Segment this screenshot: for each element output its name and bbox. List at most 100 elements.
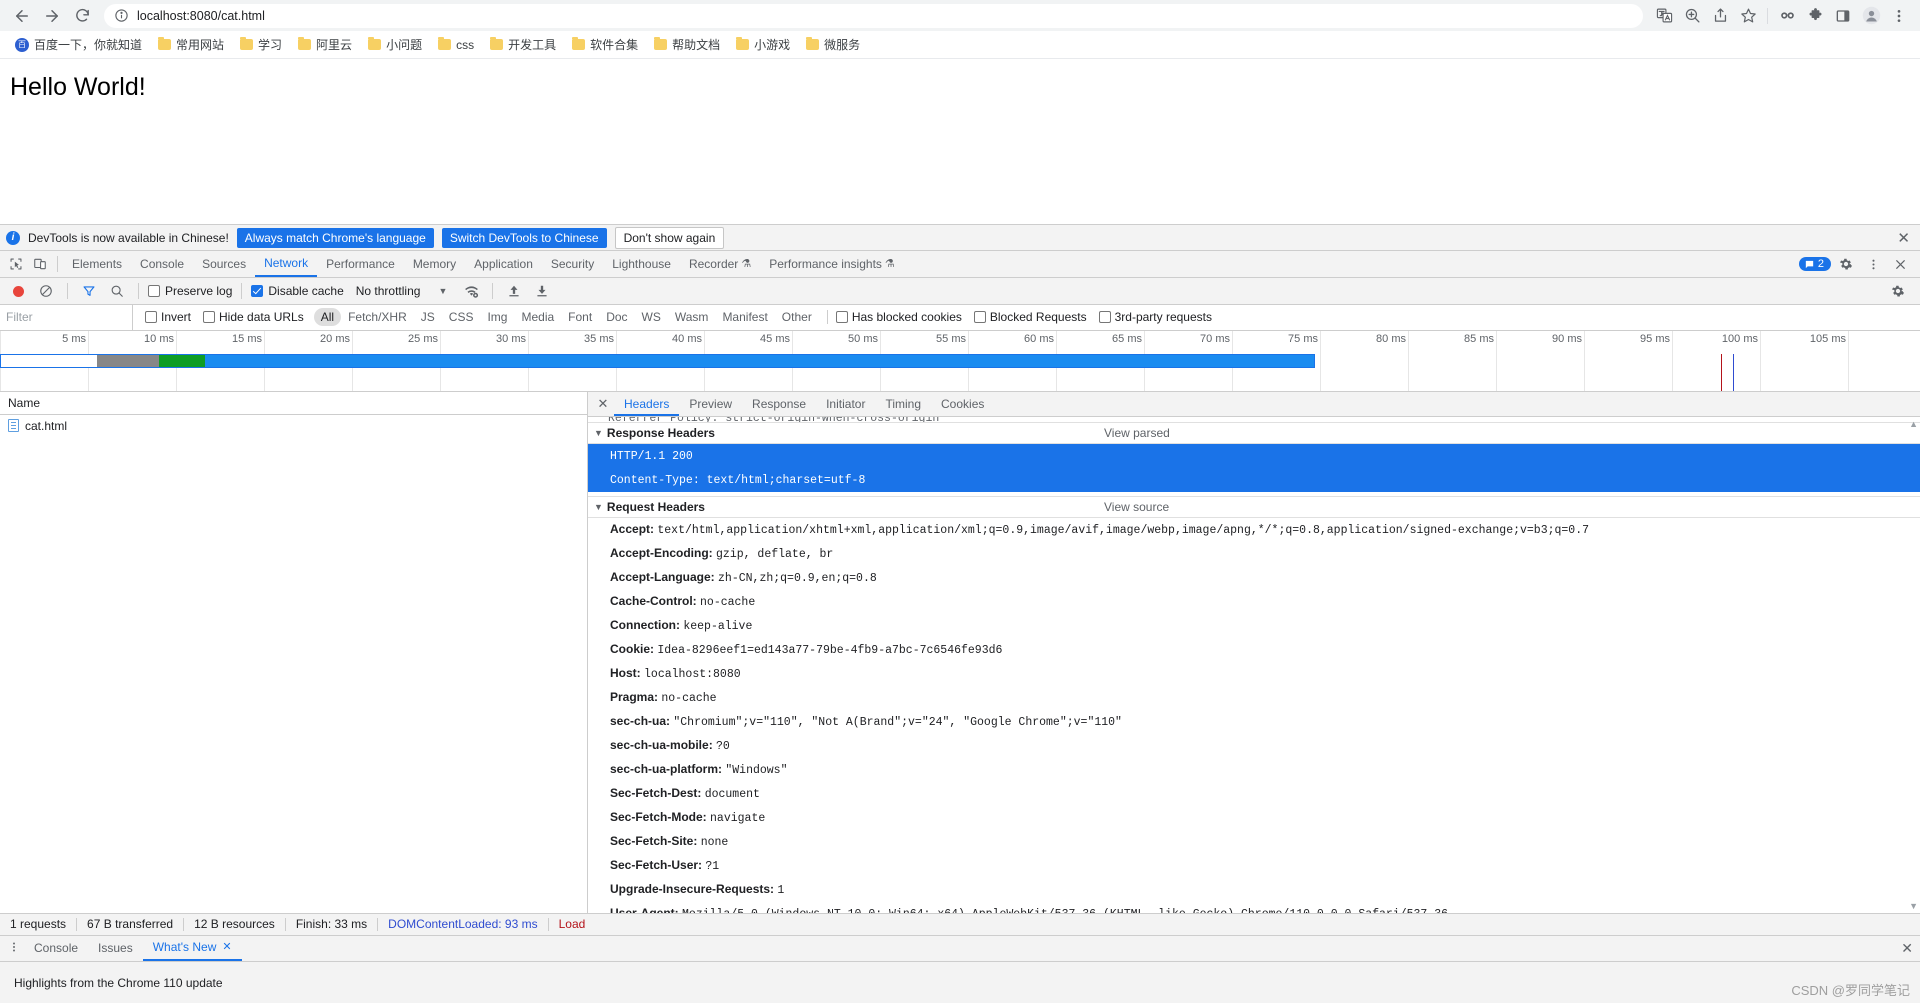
bookmark-item[interactable]: 开发工具 xyxy=(483,33,563,56)
throttling-select[interactable]: No throttling xyxy=(356,284,421,298)
network-overview-timeline[interactable]: 5 ms 10 ms 15 ms 20 ms 25 ms 30 ms 35 ms… xyxy=(0,330,1920,393)
banner-close-icon[interactable]: ✕ xyxy=(1897,229,1914,247)
request-header-row[interactable]: sec-ch-ua-mobile: ?0 xyxy=(588,734,1920,758)
profile-avatar-icon[interactable] xyxy=(1858,3,1884,29)
column-header-name[interactable]: Name xyxy=(8,396,40,410)
bookmark-item[interactable]: css xyxy=(431,35,481,55)
request-header-row[interactable]: Sec-Fetch-Dest: document xyxy=(588,782,1920,806)
scroll-down-caret-icon[interactable]: ▼ xyxy=(1909,901,1918,911)
invert-checkbox[interactable]: Invert xyxy=(145,310,191,324)
request-header-row[interactable]: Accept: text/html,application/xhtml+xml,… xyxy=(588,518,1920,542)
request-header-row[interactable]: Sec-Fetch-Site: none xyxy=(588,830,1920,854)
request-header-row[interactable]: Accept-Language: zh-CN,zh;q=0.9,en;q=0.8 xyxy=(588,566,1920,590)
third-party-requests-checkbox[interactable]: 3rd-party requests xyxy=(1098,310,1212,324)
tab-sources[interactable]: Sources xyxy=(193,251,255,277)
type-filter-doc[interactable]: Doc xyxy=(599,308,634,326)
drawer-close-icon[interactable]: ✕ xyxy=(1901,940,1920,957)
drawer-tab-console[interactable]: Console xyxy=(24,936,88,961)
hide-data-urls-checkbox[interactable]: Hide data URLs xyxy=(203,310,304,324)
type-filter-wasm[interactable]: Wasm xyxy=(668,308,716,326)
bookmark-item[interactable]: 百 百度一下，你就知道 xyxy=(8,33,149,56)
zoom-search-icon[interactable] xyxy=(1679,3,1705,29)
drawer-tab-whats-new[interactable]: What's New ✕ xyxy=(142,935,242,961)
scroll-up-caret-icon[interactable]: ▲ xyxy=(1909,419,1918,429)
request-header-row[interactable]: sec-ch-ua: "Chromium";v="110", "Not A(Br… xyxy=(588,710,1920,734)
headers-detail-body[interactable]: Referrer Policy: strict-origin-when-cros… xyxy=(588,417,1920,913)
tab-performance[interactable]: Performance xyxy=(317,251,404,277)
bookmark-item[interactable]: 软件合集 xyxy=(565,33,645,56)
tab-security[interactable]: Security xyxy=(542,251,603,277)
detail-tab-preview[interactable]: Preview xyxy=(679,392,742,416)
detail-tab-timing[interactable]: Timing xyxy=(875,392,931,416)
tab-elements[interactable]: Elements xyxy=(63,251,131,277)
translate-icon[interactable] xyxy=(1651,3,1677,29)
site-info-icon[interactable] xyxy=(114,8,129,23)
bookmark-star-icon[interactable] xyxy=(1735,3,1761,29)
export-har-icon[interactable] xyxy=(530,280,554,302)
switch-devtools-chinese-button[interactable]: Switch DevTools to Chinese xyxy=(441,227,607,248)
request-header-row[interactable]: Cookie: Idea-8296eef1=ed143a77-79be-4fb9… xyxy=(588,638,1920,662)
drawer-tab-issues[interactable]: Issues xyxy=(88,936,143,961)
detail-tab-headers[interactable]: Headers xyxy=(614,392,680,417)
request-list-body[interactable]: cat.html xyxy=(0,415,587,912)
reading-glasses-icon[interactable] xyxy=(1774,3,1800,29)
dont-show-again-button[interactable]: Don't show again xyxy=(614,226,725,249)
omnibox[interactable]: localhost:8080/cat.html xyxy=(104,3,1643,28)
request-header-row[interactable]: Connection: keep-alive xyxy=(588,614,1920,638)
bookmark-item[interactable]: 帮助文档 xyxy=(647,33,727,56)
bookmark-item[interactable]: 小游戏 xyxy=(729,33,797,56)
response-headers-section-header[interactable]: ▼ Response Headers View parsed xyxy=(588,422,1920,445)
forward-arrow-icon[interactable] xyxy=(38,2,66,30)
request-header-row[interactable]: Host: localhost:8080 xyxy=(588,662,1920,686)
device-toolbar-icon[interactable] xyxy=(28,253,52,275)
type-filter-all[interactable]: All xyxy=(313,308,342,327)
type-filter-img[interactable]: Img xyxy=(480,308,514,326)
bookmark-item[interactable]: 阿里云 xyxy=(291,33,359,56)
type-filter-ws[interactable]: WS xyxy=(635,308,668,326)
devtools-close-icon[interactable] xyxy=(1888,253,1912,275)
type-filter-css[interactable]: CSS xyxy=(442,308,481,326)
extensions-puzzle-icon[interactable] xyxy=(1802,3,1828,29)
filter-input[interactable] xyxy=(0,304,133,330)
table-row[interactable]: cat.html xyxy=(0,415,587,436)
tab-memory[interactable]: Memory xyxy=(404,251,465,277)
response-header-row[interactable]: HTTP/1.1 200 xyxy=(588,444,1920,469)
close-icon[interactable]: ✕ xyxy=(222,935,231,960)
settings-gear-icon[interactable] xyxy=(1834,253,1858,275)
blocked-requests-checkbox[interactable]: Blocked Requests xyxy=(973,310,1087,324)
bookmark-item[interactable]: 微服务 xyxy=(799,33,867,56)
bookmark-item[interactable]: 小问题 xyxy=(361,33,429,56)
view-parsed-link[interactable]: View parsed xyxy=(1104,426,1170,440)
tab-console[interactable]: Console xyxy=(131,251,193,277)
network-conditions-icon[interactable] xyxy=(459,280,483,302)
back-arrow-icon[interactable] xyxy=(8,2,36,30)
tab-application[interactable]: Application xyxy=(465,251,542,277)
request-header-row[interactable]: Sec-Fetch-Mode: navigate xyxy=(588,806,1920,830)
request-header-row[interactable]: Cache-Control: no-cache xyxy=(588,590,1920,614)
detail-tab-initiator[interactable]: Initiator xyxy=(816,392,875,416)
request-header-row[interactable]: Pragma: no-cache xyxy=(588,686,1920,710)
type-filter-fetch-xhr[interactable]: Fetch/XHR xyxy=(341,308,414,326)
response-header-row[interactable]: Content-Type: text/html;charset=utf-8 xyxy=(588,468,1920,493)
drawer-more-icon[interactable] xyxy=(4,941,24,956)
tab-lighthouse[interactable]: Lighthouse xyxy=(603,251,680,277)
inspect-element-icon[interactable] xyxy=(4,253,28,275)
share-icon[interactable] xyxy=(1707,3,1733,29)
clear-network-log-button[interactable] xyxy=(34,280,58,302)
tab-recorder[interactable]: Recorder ⚗ xyxy=(680,251,760,277)
request-header-row[interactable]: User-Agent: Mozilla/5.0 (Windows NT 10.0… xyxy=(588,902,1920,912)
type-filter-font[interactable]: Font xyxy=(561,308,599,326)
search-icon[interactable] xyxy=(105,280,129,302)
request-header-row[interactable]: Upgrade-Insecure-Requests: 1 xyxy=(588,878,1920,902)
devtools-more-icon[interactable] xyxy=(1861,253,1885,275)
disable-cache-checkbox[interactable]: Disable cache xyxy=(251,284,344,298)
filter-icon[interactable] xyxy=(77,280,101,302)
request-headers-section-header[interactable]: ▼ Request Headers View source xyxy=(588,496,1920,519)
request-header-row[interactable]: Sec-Fetch-User: ?1 xyxy=(588,854,1920,878)
request-header-row[interactable]: Accept-Encoding: gzip, deflate, br xyxy=(588,542,1920,566)
detail-tab-response[interactable]: Response xyxy=(742,392,816,416)
tab-performance-insights[interactable]: Performance insights ⚗ xyxy=(760,251,904,277)
network-settings-gear-icon[interactable] xyxy=(1886,280,1910,302)
has-blocked-cookies-checkbox[interactable]: Has blocked cookies xyxy=(835,310,962,324)
preserve-log-checkbox[interactable]: Preserve log xyxy=(148,284,232,298)
